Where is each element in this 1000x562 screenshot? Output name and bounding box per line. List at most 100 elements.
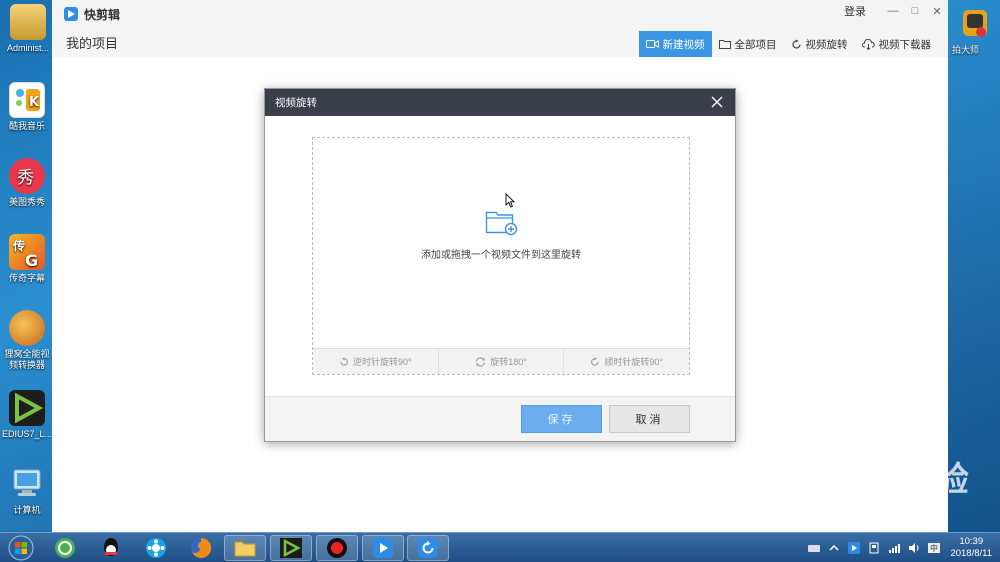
kuaijianji-icon: [373, 538, 393, 558]
show-hidden-icon[interactable]: [827, 541, 841, 555]
svg-text:G: G: [25, 251, 38, 270]
desktop-icon-kuwo[interactable]: K 酷我音乐: [1, 82, 53, 132]
folder-icon: [234, 541, 256, 557]
kuaijianji-tray-icon[interactable]: [847, 541, 861, 555]
volume-icon[interactable]: [907, 541, 921, 555]
maximize-button[interactable]: □: [904, 5, 926, 17]
desktop-icon-label: 酷我音乐: [8, 121, 45, 131]
ime-icon[interactable]: 中: [927, 541, 941, 555]
taskbar-rotate-tool[interactable]: [407, 535, 449, 561]
desktop-icon-liwo[interactable]: 狸窝全能视频转换器: [1, 310, 53, 371]
app-name: 快剪辑: [84, 7, 121, 22]
rotate-icon: [791, 39, 801, 49]
usb-device-icon[interactable]: [867, 541, 881, 555]
nav-video-downloader[interactable]: 视频下载器: [855, 31, 939, 57]
kuwo-music-icon: K: [9, 82, 45, 118]
browser-360-icon: [55, 538, 75, 558]
video-rotate-dialog: 视频旋转 添加或拖拽一个视频文件到这里旋转 逆时针旋转90° 旋转180° 顺时…: [264, 88, 736, 442]
minimize-button[interactable]: —: [882, 5, 904, 17]
desktop-icon-label: 拍大师: [952, 45, 980, 55]
taskbar-explorer[interactable]: [224, 535, 266, 561]
network-icon[interactable]: [887, 541, 901, 555]
edius-icon: [280, 538, 302, 558]
svg-text:传: 传: [12, 238, 25, 253]
camera-icon: [645, 40, 659, 48]
desktop-icon-paidashi[interactable]: [950, 4, 1000, 45]
clock[interactable]: 10:39 2018/8/11: [950, 536, 992, 560]
nav-label: 新建视频: [662, 38, 705, 51]
taskbar-firefox[interactable]: [180, 535, 222, 561]
desktop-icon-label: 传奇字幕: [8, 273, 45, 283]
computer-icon: [9, 466, 45, 502]
desktop-icon-edius[interactable]: EDIUS7_L...: [1, 390, 53, 440]
rotate-cw-90-button[interactable]: 顺时针旋转90°: [564, 349, 689, 374]
rotate-button-label: 顺时针旋转90°: [604, 357, 663, 367]
watermark-sub: jingyan.baidu.com: [760, 501, 882, 516]
meitu-icon: 秀: [9, 158, 45, 194]
media-player-icon: [146, 538, 166, 558]
svg-text:中: 中: [930, 543, 938, 553]
taskbar-recorder[interactable]: [316, 535, 358, 561]
desktop-icon-computer[interactable]: 计算机: [1, 466, 53, 516]
svg-text:K: K: [29, 95, 40, 110]
rotate-180-icon: [476, 356, 486, 367]
edius-icon: [9, 390, 45, 426]
title-bar: 快剪辑 登录 — □ ✕: [52, 0, 948, 28]
desktop-icon-label: EDIUS7_L...: [1, 429, 53, 439]
watermark-main: Bai du 经验: [760, 460, 970, 500]
firefox-icon: [191, 537, 212, 558]
paidashi-icon: [963, 10, 987, 37]
rotate-ccw-icon: [340, 356, 348, 366]
desktop-icon-label: Administ...: [6, 43, 49, 53]
nav-label: 视频旋转: [805, 38, 848, 51]
close-icon[interactable]: [709, 94, 725, 110]
top-bar: 我的项目 新建视频 全部项目 视频旋转 视频下载器: [52, 28, 948, 57]
rotate-button-label: 逆时针旋转90°: [353, 357, 412, 367]
taskbar-edius[interactable]: [270, 535, 312, 561]
record-icon: [327, 538, 347, 558]
top-nav: 新建视频 全部项目 视频旋转 视频下载器: [638, 31, 939, 57]
nav-new-video[interactable]: 新建视频: [638, 31, 712, 57]
dropzone-text: 添加或拖拽一个视频文件到这里旋转: [421, 250, 581, 261]
clock-time: 10:39: [959, 536, 984, 547]
user-folder-icon: [10, 4, 46, 40]
subtitle-app-icon: 传G: [9, 234, 45, 270]
taskbar: 中 10:39 2018/8/11: [0, 532, 1000, 562]
nav-label: 视频下载器: [878, 38, 932, 51]
desktop-icon-label: 狸窝全能视频转换器: [4, 349, 50, 370]
desktop-icon-label: 美图秀秀: [8, 197, 45, 207]
add-folder-icon: [485, 211, 518, 236]
dialog-title: 视频旋转: [275, 97, 317, 109]
keyboard-icon[interactable]: [807, 541, 821, 555]
refresh-icon: [418, 538, 438, 558]
nav-all-projects[interactable]: 全部项目: [712, 31, 784, 57]
rotate-cw-icon: [591, 356, 599, 366]
rotate-ccw-90-button[interactable]: 逆时针旋转90°: [313, 349, 439, 374]
desktop-icon-administrator[interactable]: Administ...: [2, 4, 54, 54]
svg-text:秀: 秀: [17, 168, 34, 188]
desktop-icon-label: 计算机: [13, 505, 41, 515]
nav-video-rotate[interactable]: 视频旋转: [784, 31, 855, 57]
taskbar-360-browser[interactable]: [44, 535, 86, 561]
rotate-180-button[interactable]: 旋转180°: [439, 349, 565, 374]
start-button[interactable]: [4, 534, 38, 562]
download-cloud-icon: [861, 38, 875, 50]
taskbar-media[interactable]: [135, 535, 177, 561]
desktop-icon-meitu[interactable]: 秀 美图秀秀: [1, 158, 53, 208]
page-title: 我的项目: [66, 36, 119, 51]
taskbar-kuaijianji[interactable]: [362, 535, 404, 561]
nav-label: 全部项目: [734, 38, 777, 51]
dialog-footer: 保存 取消: [265, 396, 735, 441]
clock-date: 2018/8/11: [950, 548, 992, 559]
video-dropzone[interactable]: 添加或拖拽一个视频文件到这里旋转 逆时针旋转90° 旋转180° 顺时针旋转90…: [312, 137, 690, 375]
cancel-button[interactable]: 取消: [609, 405, 690, 433]
system-tray: 中 10:39 2018/8/11: [804, 533, 1000, 562]
login-link[interactable]: 登录: [844, 3, 866, 19]
save-button[interactable]: 保存: [521, 405, 602, 433]
folder-icon: [718, 40, 731, 49]
mouse-cursor-icon: [505, 193, 515, 208]
desktop-icon-chuanqi[interactable]: 传G 传奇字幕: [1, 234, 53, 284]
close-window-button[interactable]: ✕: [926, 5, 948, 18]
taskbar-qq[interactable]: [90, 535, 132, 561]
qq-icon: [104, 538, 118, 556]
